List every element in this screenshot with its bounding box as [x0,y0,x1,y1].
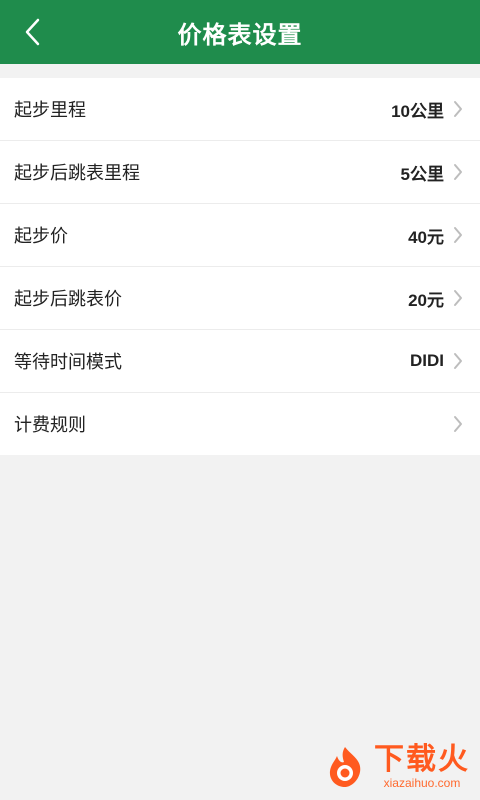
row-start-distance[interactable]: 起步里程 10公里 [0,78,480,141]
chevron-right-icon [452,225,464,245]
row-value: 5公里 [400,164,444,184]
flame-logo-icon [329,747,361,787]
row-label: 起步后跳表价 [14,289,122,309]
page-title: 价格表设置 [177,21,303,49]
chevron-right-icon [452,288,464,308]
chevron-right-icon [452,414,464,434]
header-bar: 价格表设置 [0,0,480,64]
row-label: 起步价 [14,226,68,246]
row-wait-mode[interactable]: 等待时间模式 DIDI [0,330,480,393]
row-value: 20元 [408,290,444,310]
settings-list: 起步里程 10公里 起步后跳表里程 5公里 起步价 40元 起步后跳表价 20元… [0,78,480,455]
row-label: 起步后跳表里程 [14,163,140,183]
chevron-right-icon [452,162,464,182]
row-label: 起步里程 [14,100,86,120]
watermark: 下载火 xiazaihuo.com [280,734,480,800]
chevron-right-icon [452,351,464,371]
chevron-right-icon [452,99,464,119]
row-jump-price[interactable]: 起步后跳表价 20元 [0,267,480,330]
chevron-left-icon [25,18,40,46]
row-start-price[interactable]: 起步价 40元 [0,204,480,267]
row-value: 40元 [408,227,444,247]
top-spacer [0,64,480,78]
row-value: 10公里 [391,101,444,121]
watermark-main: 下载火 [374,743,470,776]
row-label: 等待时间模式 [14,352,122,372]
watermark-text: 下载火 xiazaihuo.com [374,743,470,791]
row-jump-distance[interactable]: 起步后跳表里程 5公里 [0,141,480,204]
back-button[interactable] [12,10,52,54]
watermark-sub: xiazaihuo.com [383,776,461,790]
row-label: 计费规则 [14,415,86,435]
row-value: DIDI [410,351,444,370]
row-billing-rules[interactable]: 计费规则 [0,393,480,455]
